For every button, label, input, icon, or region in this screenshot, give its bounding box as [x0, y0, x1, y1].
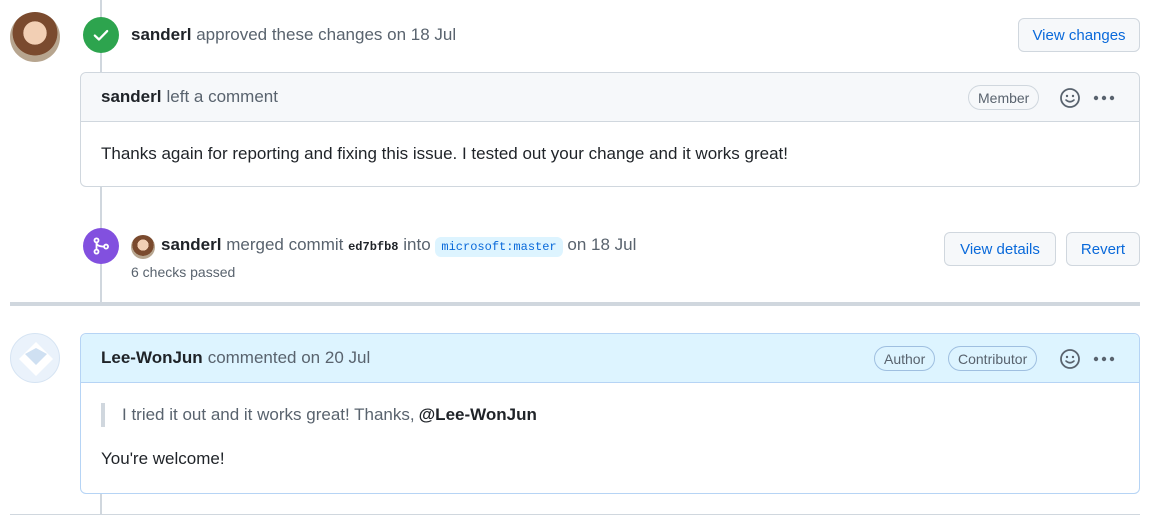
author-label: Author: [874, 346, 936, 371]
avatar[interactable]: [10, 333, 60, 383]
timeline-connector: [100, 493, 102, 514]
review-comment: sanderl left a comment Member Thanks aga…: [80, 72, 1140, 187]
quote-text: I tried it out and it works great! Thank…: [122, 405, 415, 424]
review-date[interactable]: on 18 Jul: [387, 25, 456, 44]
comment-author[interactable]: sanderl: [101, 87, 161, 107]
comment-header: sanderl left a comment Member: [81, 73, 1139, 122]
merge-author[interactable]: sanderl: [161, 235, 221, 254]
branch-name[interactable]: microsoft:master: [435, 237, 563, 257]
review-event: sanderl approved these changes on 18 Jul: [131, 25, 456, 45]
blockquote: I tried it out and it works great! Thank…: [101, 403, 1119, 427]
avatar[interactable]: [131, 235, 155, 259]
check-icon: [93, 29, 109, 41]
review-action: approved these changes: [196, 25, 383, 44]
comment-body: I tried it out and it works great! Thank…: [81, 383, 1139, 489]
merge-into: into: [403, 235, 431, 254]
kebab-icon[interactable]: [1092, 86, 1116, 110]
comment-author[interactable]: Lee-WonJun: [101, 348, 203, 368]
smiley-icon[interactable]: [1058, 347, 1082, 371]
review-author[interactable]: sanderl: [131, 25, 191, 44]
merge-icon: [93, 237, 109, 255]
merge-date[interactable]: on 18 Jul: [567, 235, 636, 254]
merged-badge: [83, 228, 119, 264]
comment-body: Thanks again for reporting and fixing th…: [101, 144, 788, 163]
comment-header: Lee-WonJun commented on 20 Jul Author Co…: [81, 334, 1139, 383]
kebab-icon[interactable]: [1092, 347, 1116, 371]
avatar[interactable]: [10, 12, 60, 62]
commit-sha[interactable]: ed7bfb8: [348, 240, 398, 254]
comment-action: left a comment: [166, 87, 278, 106]
comment-text: You're welcome!: [101, 449, 225, 468]
timeline-separator: [10, 302, 1140, 306]
member-label: Member: [968, 85, 1040, 110]
comment: Lee-WonJun commented on 20 Jul Author Co…: [80, 333, 1140, 494]
comment-action[interactable]: commented on 20 Jul: [208, 348, 371, 368]
approved-badge: [83, 17, 119, 53]
view-changes-button[interactable]: View changes: [1018, 18, 1140, 52]
smiley-icon[interactable]: [1058, 86, 1082, 110]
revert-button[interactable]: Revert: [1066, 232, 1140, 266]
merge-event: sanderl merged commit ed7bfb8 into micro…: [161, 235, 636, 257]
user-mention[interactable]: @Lee-WonJun: [419, 405, 537, 425]
merge-action: merged commit: [226, 235, 344, 254]
checks-status[interactable]: 6 checks passed: [131, 264, 235, 280]
contributor-label: Contributor: [948, 346, 1038, 371]
view-details-button[interactable]: View details: [944, 232, 1056, 266]
